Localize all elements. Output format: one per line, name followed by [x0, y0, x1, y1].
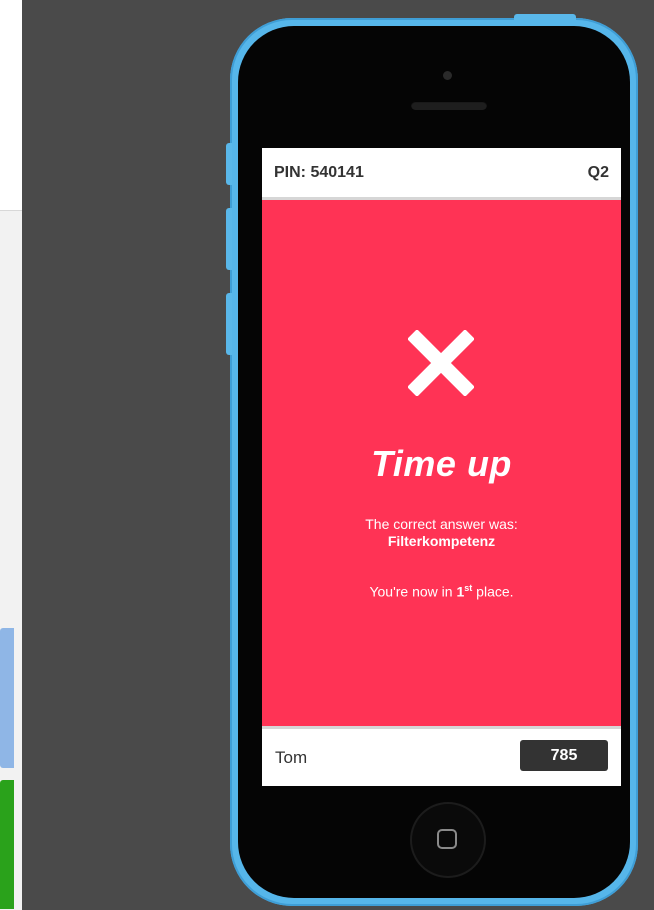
- score-badge: 785: [520, 740, 608, 771]
- place-end: place.: [472, 583, 514, 600]
- question-number: Q2: [587, 164, 609, 181]
- speaker-grille: [411, 101, 487, 110]
- place-message: You're now in 1st place.: [262, 583, 621, 600]
- partial-green-button[interactable]: [0, 780, 14, 909]
- correct-answer-value: Filterkompetenz: [387, 533, 496, 549]
- volume-down-button: [226, 293, 232, 355]
- camera-icon: [443, 71, 452, 80]
- partial-blue-button[interactable]: [0, 628, 14, 768]
- home-square-icon: [437, 829, 457, 849]
- result-title: Time up: [371, 443, 512, 484]
- phone-screen: PIN: 540141 Q2 Time up The correct answe…: [262, 148, 621, 786]
- power-button: [514, 14, 576, 20]
- home-button[interactable]: [410, 802, 486, 878]
- volume-up-button: [226, 208, 232, 270]
- player-name: Tom: [275, 748, 308, 767]
- correct-answer-label: The correct answer was:: [365, 516, 518, 532]
- mute-switch: [226, 143, 232, 185]
- background-panel: [0, 0, 22, 910]
- player-footer: Tom 785: [262, 726, 621, 786]
- game-pin: PIN: 540141: [274, 164, 364, 181]
- game-header: PIN: 540141 Q2: [262, 148, 621, 200]
- cross-icon: [408, 330, 474, 396]
- place-prefix: You're now in: [369, 583, 457, 600]
- result-panel: Time up The correct answer was: Filterko…: [262, 200, 621, 726]
